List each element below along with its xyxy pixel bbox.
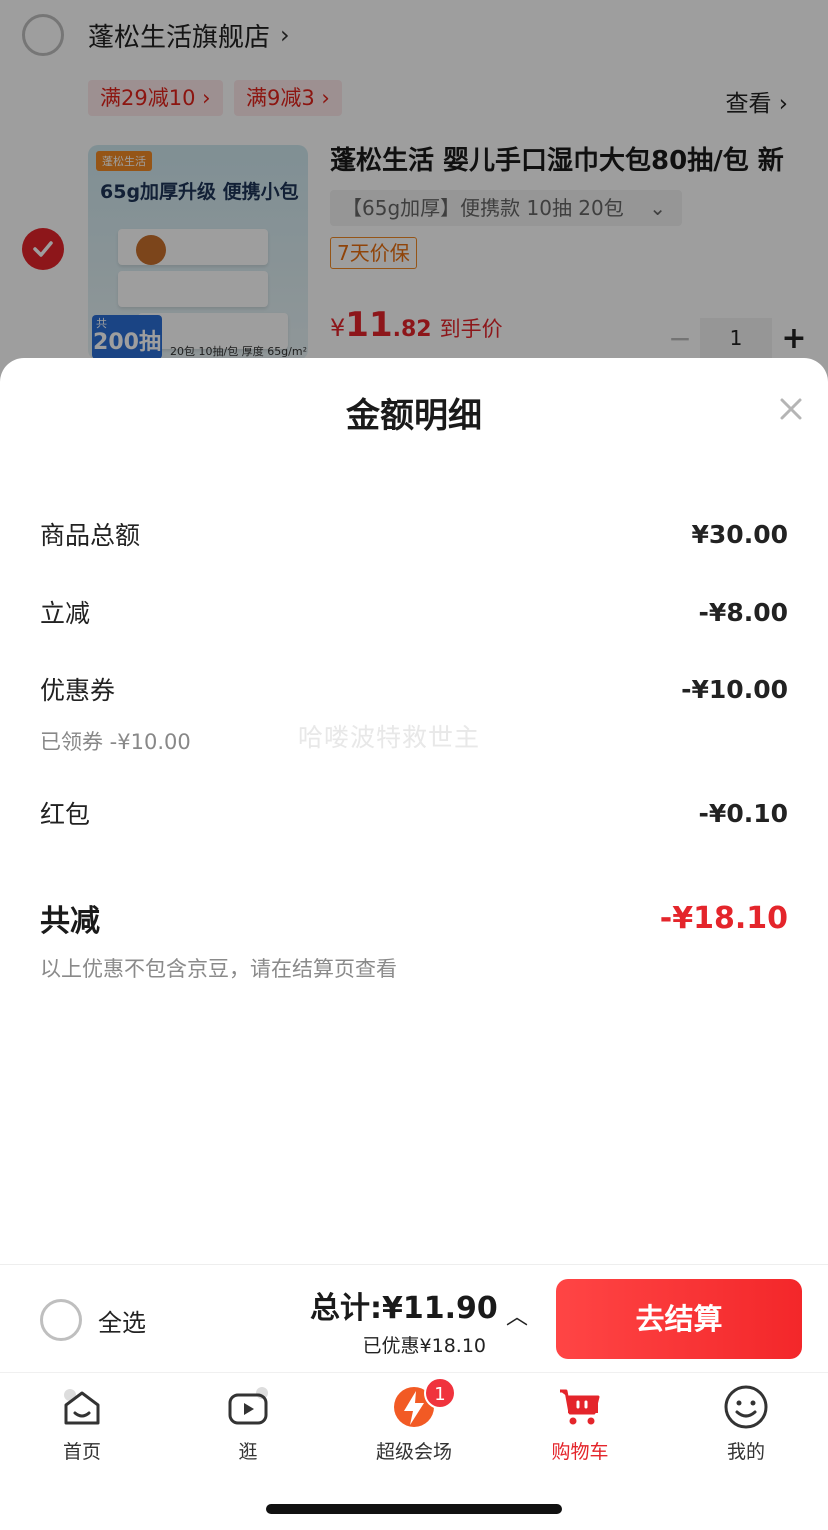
detail-row-instant-discount: 立减 -¥8.00 [40, 594, 788, 630]
tab-label: 超级会场 [375, 1441, 452, 1463]
chevron-up-icon[interactable]: ︿ [506, 1299, 528, 1331]
detail-amount: -¥10.00 [681, 674, 788, 704]
checkout-bar: 全选 总计:¥11.90 已优惠¥18.10 ︿ 去结算 [0, 1264, 828, 1372]
notification-badge: 1 [424, 1377, 456, 1409]
checkout-saved: 已优惠¥18.10 [362, 1335, 486, 1357]
tab-label: 购物车 [551, 1441, 609, 1463]
total-discount-label: 共减 [40, 904, 100, 939]
total-discount-row: 共减 -¥18.10 [40, 896, 788, 940]
select-all-label: 全选 [98, 1308, 146, 1337]
tab-label: 首页 [62, 1441, 101, 1463]
detail-row-red-packet: 红包 -¥0.10 [40, 795, 788, 831]
checkout-button[interactable]: 去结算 [556, 1279, 802, 1359]
select-all-toggle[interactable]: 全选 [40, 1299, 146, 1341]
checkout-totals[interactable]: 总计:¥11.90 已优惠¥18.10 [310, 1283, 498, 1358]
modal-overlay[interactable] [0, 0, 828, 420]
tab-home[interactable]: 首页 [22, 1383, 142, 1464]
close-icon[interactable] [776, 394, 806, 424]
home-icon [64, 1389, 100, 1425]
video-icon [228, 1387, 268, 1425]
detail-row-subtotal: 商品总额 ¥30.00 [40, 516, 788, 552]
detail-amount: -¥0.10 [698, 798, 788, 828]
tab-label: 我的 [726, 1441, 765, 1463]
home-indicator [266, 1504, 562, 1514]
coupon-sub-text: 已领券 -¥10.00 [40, 730, 191, 754]
discount-note: 以上优惠不包含京豆，请在结算页查看 [40, 957, 397, 981]
total-discount-amount: -¥18.10 [659, 900, 788, 936]
detail-row-coupon: 优惠券 -¥10.00 [40, 671, 788, 707]
tab-browse[interactable]: 逛 [188, 1383, 308, 1464]
tab-cart[interactable]: 购物车 [520, 1383, 640, 1464]
detail-amount: ¥30.00 [691, 519, 788, 549]
smile-icon [724, 1385, 768, 1429]
tab-super-venue[interactable]: 1 超级会场 [354, 1377, 474, 1464]
cart-icon [560, 1389, 600, 1425]
select-all-checkbox[interactable] [40, 1299, 82, 1341]
detail-label: 立减 [40, 599, 91, 628]
app-root: 蓬松生活旗舰店 › 满29减10 › 满9减3 › 查看 › 蓬松生活 65g加… [0, 0, 828, 1530]
detail-label: 商品总额 [40, 521, 141, 550]
detail-label: 优惠券 [40, 676, 116, 705]
checkout-total: 总计:¥11.90 [310, 1291, 498, 1326]
tab-profile[interactable]: 我的 [686, 1383, 806, 1464]
detail-amount: -¥8.00 [698, 597, 788, 627]
tab-label: 逛 [238, 1441, 258, 1463]
detail-label: 红包 [40, 800, 91, 829]
sheet-title: 金额明细 [346, 396, 482, 436]
watermark-text: 哈喽波特救世主 [298, 723, 481, 752]
